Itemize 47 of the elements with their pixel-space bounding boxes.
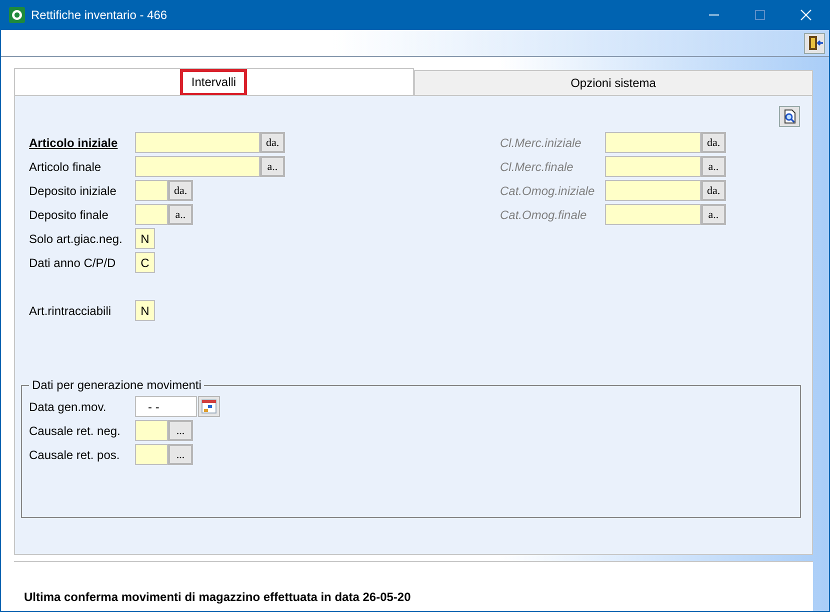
field-label: Articolo iniziale [29,136,119,150]
flag-field[interactable]: N [135,300,155,321]
input-field[interactable] [605,156,701,177]
field-label: Solo art.giac.neg. [29,232,124,246]
door-icon [806,35,822,51]
field-label: Causale ret. pos. [29,448,121,462]
calendar-icon[interactable] [198,396,220,417]
exit-button[interactable] [804,32,825,54]
field-label: Data gen.mov. [29,400,108,414]
group-title: Dati per generazione movimenti [31,378,202,392]
input-field[interactable] [605,204,701,225]
tab[interactable]: Opzioni sistema [414,70,813,95]
input-field[interactable] [135,204,168,225]
input-field[interactable] [135,444,168,465]
field-label: Cl.Merc.finale [500,160,574,174]
lookup-button[interactable]: ... [168,444,193,465]
input-field[interactable] [135,420,168,441]
field-label: Deposito iniziale [29,184,118,198]
field-label: Cat.Omog.finale [500,208,588,222]
input-field[interactable] [135,156,260,177]
tab[interactable]: Intervalli [14,68,414,95]
field-label: Cat.Omog.iniziale [500,184,596,198]
flag-field[interactable]: C [135,252,155,273]
flag-field[interactable]: N [135,228,155,249]
field-label: Art.rintracciabili [29,304,112,318]
lookup-button[interactable]: da. [260,132,286,153]
input-field[interactable] [135,132,260,153]
field-label: Articolo finale [29,160,102,174]
status-text: Ultima conferma movimenti di magazzino effettuata in data 26-05-20 [24,590,411,604]
lookup-button[interactable]: da. [168,180,194,201]
close-icon [800,9,812,21]
field-label: Cl.Merc.iniziale [500,136,582,150]
lookup-button[interactable]: a.. [260,156,285,177]
input-field[interactable] [605,180,701,201]
window-title: Rettifiche inventario - 466 [31,8,168,22]
field-label: Dati anno C/P/D [29,256,117,270]
lookup-button[interactable]: a.. [168,204,193,225]
search-button[interactable] [779,106,800,127]
search-icon [782,109,797,124]
input-field[interactable] [135,180,168,201]
maximize-icon [755,10,765,20]
field-label: Causale ret. neg. [29,424,122,438]
input-field[interactable] [605,132,701,153]
lookup-button[interactable]: ... [168,420,193,441]
app-icon [9,7,25,23]
field-label: Deposito finale [29,208,110,222]
date-field[interactable]: - - [135,396,197,417]
